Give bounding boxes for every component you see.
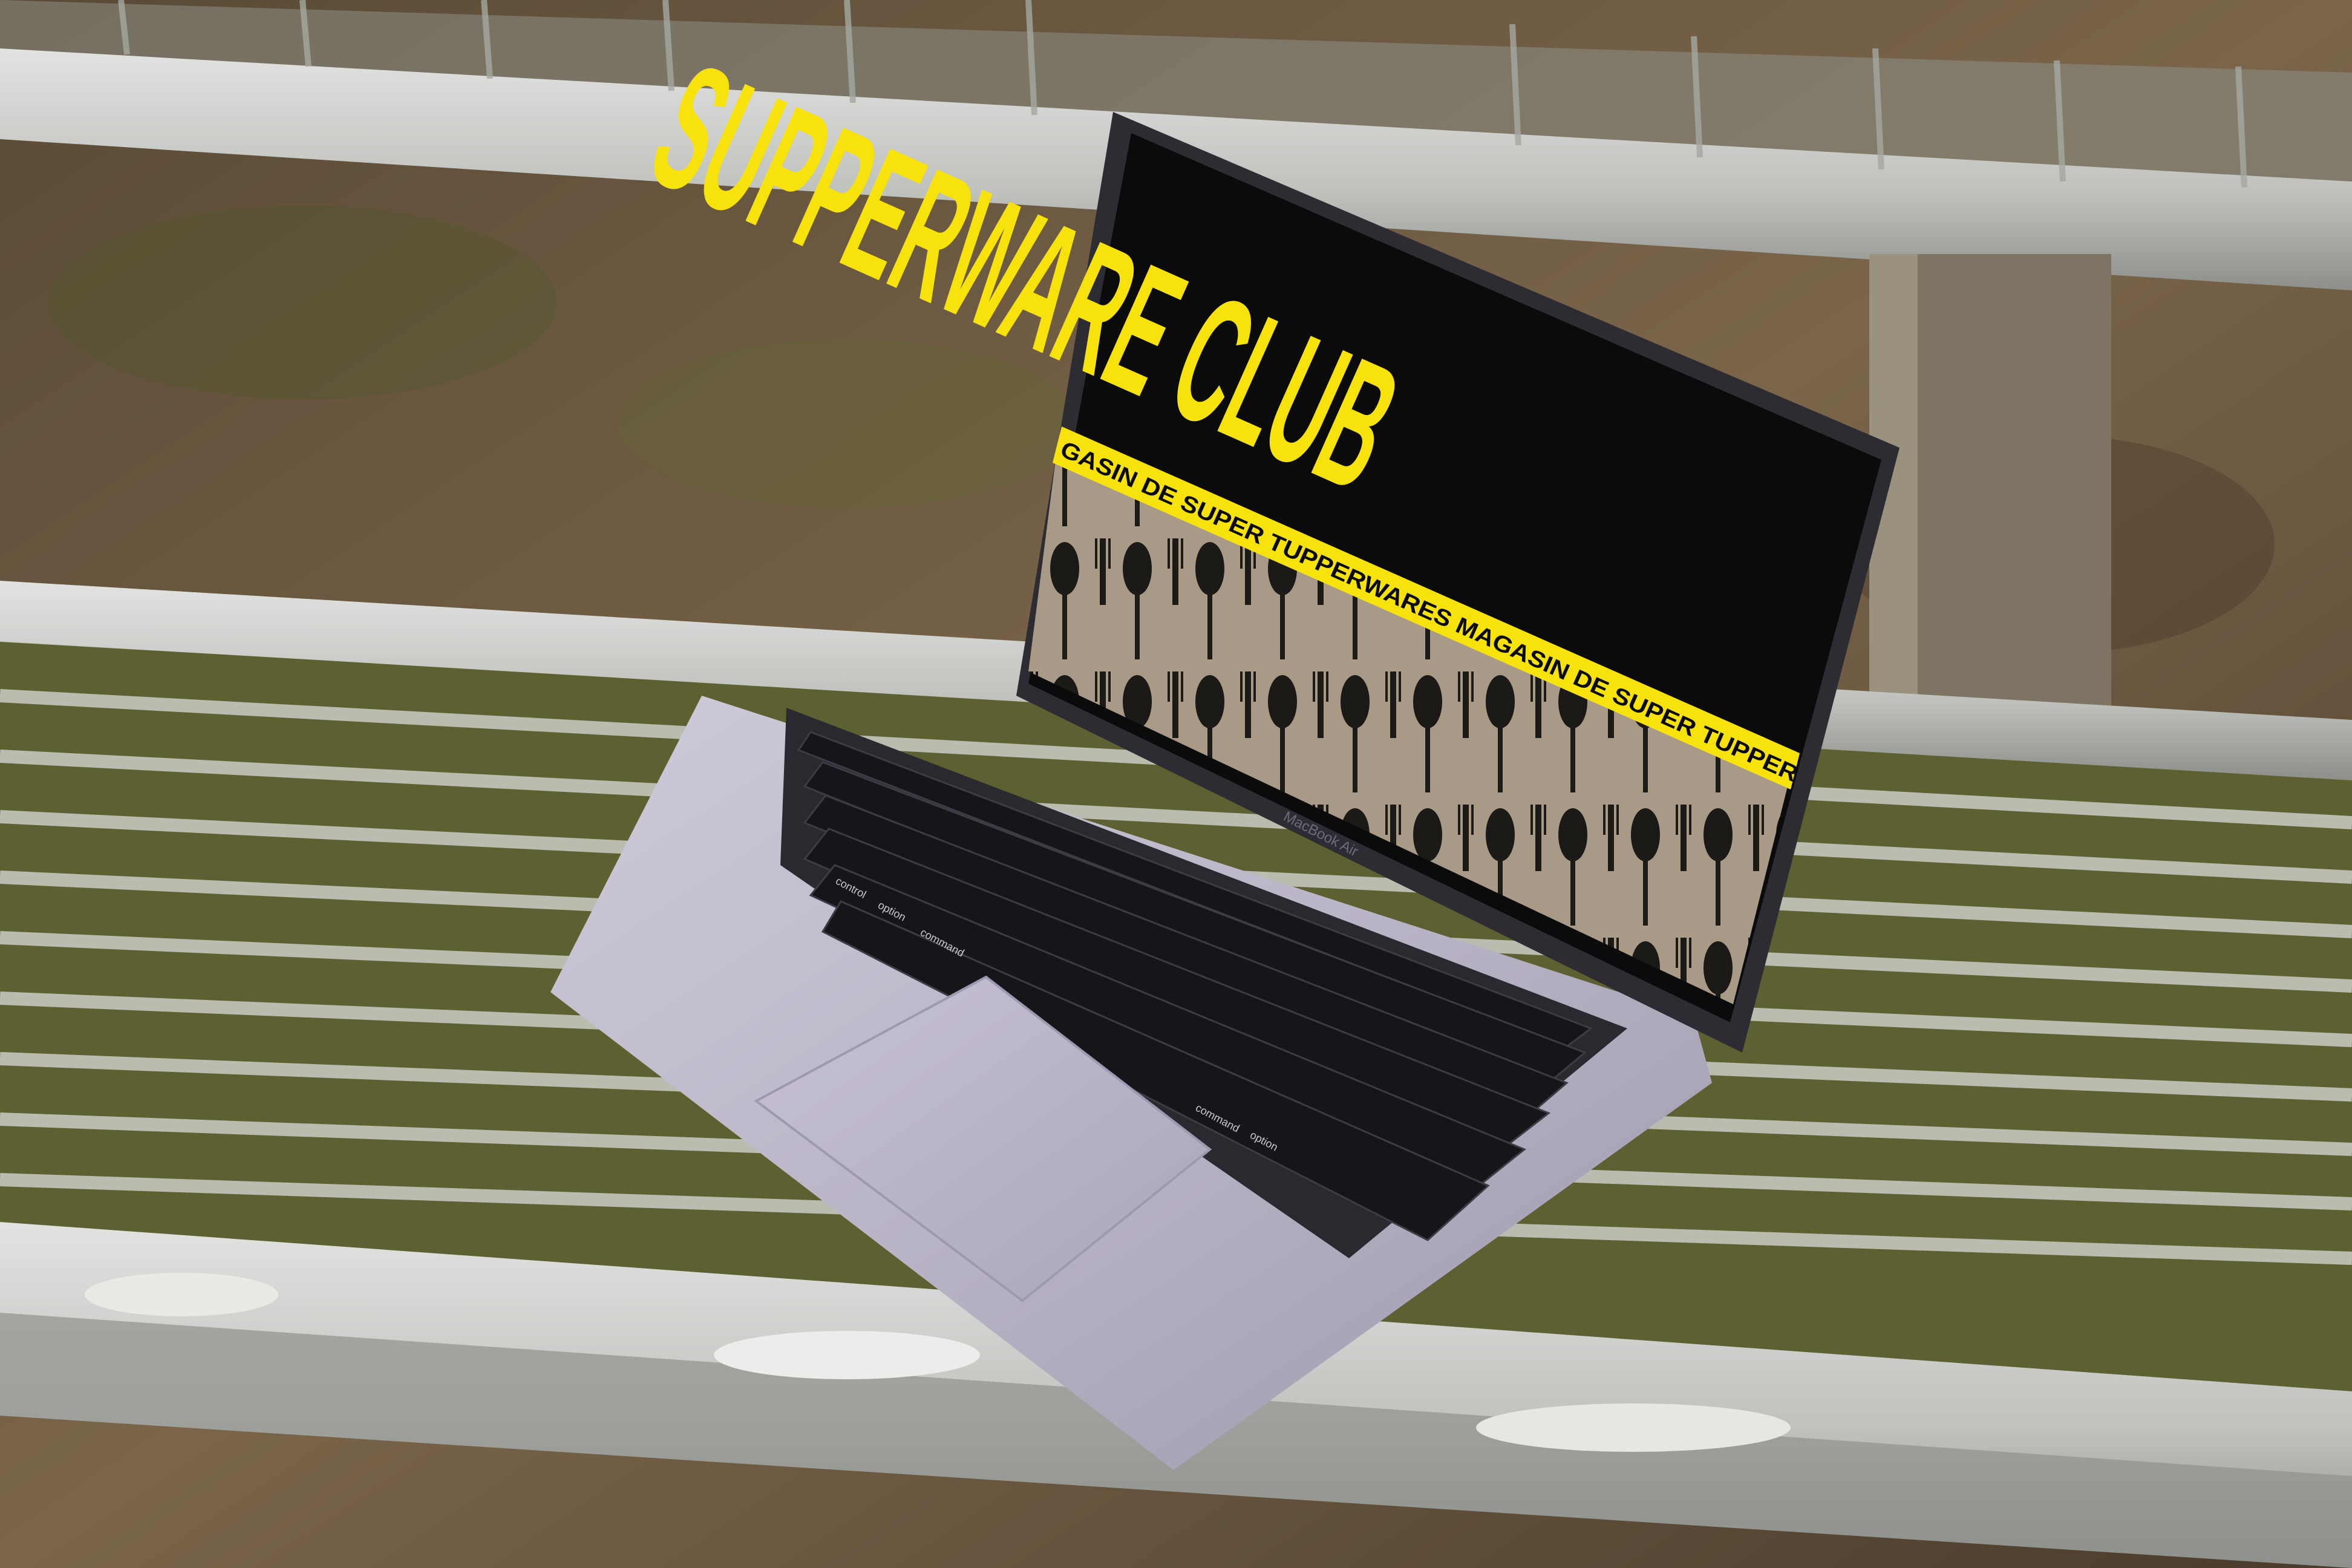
photo-scene: control option command command option GA… [0, 0, 2352, 1568]
